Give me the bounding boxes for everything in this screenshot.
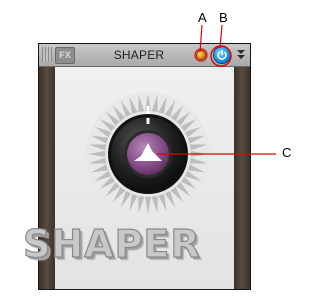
- knob-pointer: [146, 118, 150, 124]
- callout-line-b: [219, 24, 223, 49]
- callout-ring-b: [210, 45, 232, 67]
- callout-ring-a: [194, 48, 208, 62]
- knob-zero-marker: [146, 106, 150, 115]
- knob-and-callouts-layer: [86, 24, 276, 216]
- callout-line-a: [199, 24, 203, 53]
